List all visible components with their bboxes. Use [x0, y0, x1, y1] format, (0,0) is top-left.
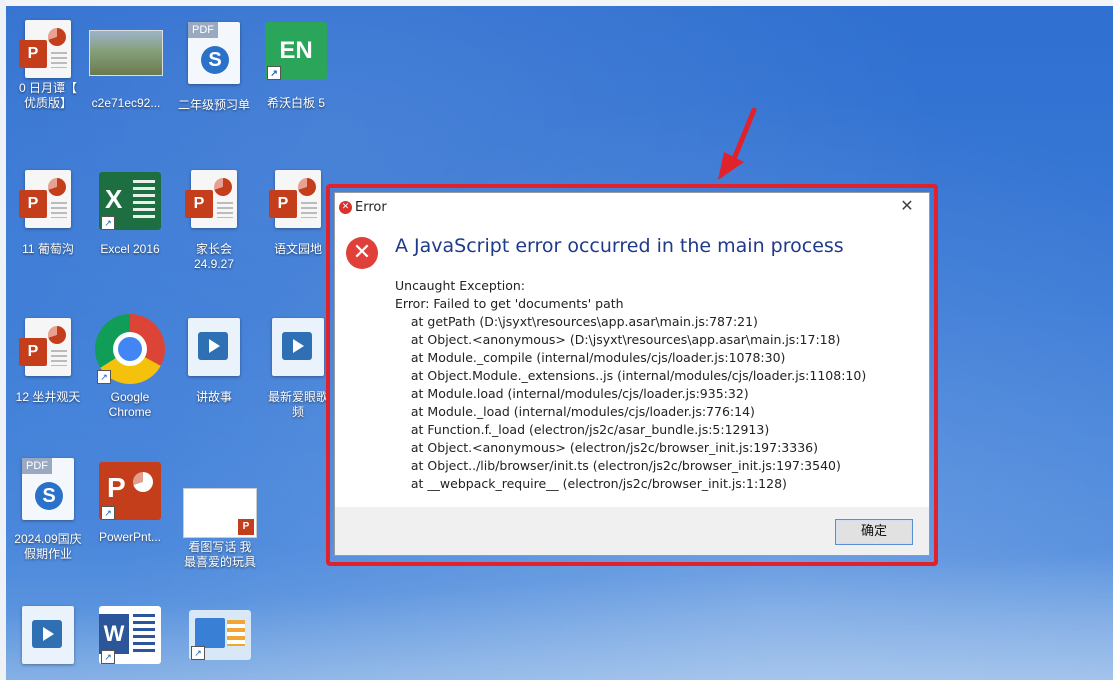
error-dialog: ✕ Error ✕ ✕ A JavaScript error occurred … [334, 192, 930, 556]
desktop-icon-word[interactable]: W ↗ [84, 606, 176, 664]
stack-trace-line: at Function.f._load (electron/js2c/asar_… [395, 422, 770, 437]
desktop-icon-video[interactable]: 讲故事 [168, 318, 260, 405]
icon-label: Google Chrome [108, 390, 152, 419]
desktop-icon-chrome[interactable]: ↗ Google Chrome [84, 314, 176, 420]
desktop-icon-excel[interactable]: X ↗ Excel 2016 [84, 172, 176, 257]
stack-trace-line: at Object.Module._extensions..js (intern… [395, 368, 867, 383]
shortcut-arrow-icon: ↗ [191, 646, 205, 660]
shortcut-arrow-icon: ↗ [101, 216, 115, 230]
chrome-icon: ↗ [95, 314, 165, 384]
icon-label: Excel 2016 [100, 242, 160, 256]
powerpoint-app-icon: P ↗ [99, 462, 161, 520]
stack-trace-line: at Module.load (internal/modules/cjs/loa… [395, 386, 749, 401]
icon-label: 11 葡萄沟 [22, 242, 74, 256]
shortcut-arrow-icon: ↗ [101, 650, 115, 664]
excel-app-icon: X ↗ [99, 172, 161, 230]
annotation-arrow-icon [718, 108, 757, 180]
chart-app-icon: ↗ [189, 610, 251, 660]
icon-label: 12 坐井观天 [15, 390, 81, 404]
stack-trace-line: at Module._load (internal/modules/cjs/lo… [395, 404, 755, 419]
powerpoint-file-icon: P [19, 318, 71, 376]
close-button[interactable]: ✕ [895, 195, 919, 217]
error-message: Uncaught Exception: Error: Failed to get… [395, 277, 915, 493]
desktop-icon-video[interactable] [2, 606, 94, 664]
message-line: Uncaught Exception: [395, 278, 525, 293]
icon-label: 二年级预习单 [177, 98, 250, 112]
desktop-icon-ppt[interactable]: P 12 坐井观天 [2, 318, 94, 405]
desktop: P 0 日月谭【 优质版】 c2e71ec92... PDF S 二年级预习单 E… [0, 0, 1113, 680]
icon-label: 看图写话 我 最喜爱的玩具 [183, 540, 256, 569]
desktop-icon-ppt[interactable]: P 11 葡萄沟 [2, 170, 94, 257]
icon-label: 讲故事 [195, 390, 232, 404]
desktop-icon-pdf[interactable]: PDF S 二年级预习单 [168, 22, 260, 113]
desktop-icon-slide[interactable]: P 看图写话 我 最喜爱的玩具 [174, 488, 266, 570]
desktop-icon-pdf[interactable]: PDF S 2024.09国庆 假期作业 [2, 458, 94, 562]
icon-label: 2024.09国庆 假期作业 [14, 532, 82, 561]
desktop-icon-ppt[interactable]: P 家长会 24.9.27 [168, 170, 260, 272]
icon-label: c2e71ec92... [91, 96, 161, 110]
dialog-titlebar: ✕ Error ✕ [335, 193, 929, 221]
powerpoint-file-icon: P [185, 170, 237, 228]
pdf-file-icon: PDF S [22, 458, 74, 520]
powerpoint-file-icon: P [269, 170, 321, 228]
seewo-app-icon: EN ↗ [265, 22, 327, 80]
error-icon: ✕ [346, 237, 378, 269]
ok-button[interactable]: 确定 [835, 519, 913, 545]
image-file-icon [89, 30, 163, 76]
video-file-icon [188, 318, 240, 376]
stack-trace-line: at getPath (D:\jsyxt\resources\app.asar\… [395, 314, 758, 329]
dialog-footer: 确定 [335, 507, 929, 555]
video-file-icon [22, 606, 74, 664]
stack-trace-line: at Object.<anonymous> (D:\jsyxt\resource… [395, 332, 841, 347]
error-icon: ✕ [339, 201, 352, 214]
desktop-icon-app[interactable]: ↗ [174, 610, 266, 660]
stack-trace-line: at Object../lib/browser/init.ts (electro… [395, 458, 841, 473]
pdf-file-icon: PDF S [188, 22, 240, 84]
shortcut-arrow-icon: ↗ [97, 370, 111, 384]
stack-trace-line: at Module._compile (internal/modules/cjs… [395, 350, 786, 365]
stack-trace-line: at Object.<anonymous> (electron/js2c/bro… [395, 440, 818, 455]
shortcut-arrow-icon: ↗ [267, 66, 281, 80]
icon-label: 希沃白板 5 [266, 96, 325, 110]
dialog-content: ✕ A JavaScript error occurred in the mai… [335, 221, 929, 507]
powerpoint-file-icon: P [19, 20, 71, 78]
error-heading: A JavaScript error occurred in the main … [395, 235, 844, 257]
desktop-icon-seewo[interactable]: EN ↗ 希沃白板 5 [250, 22, 342, 111]
video-file-icon [272, 318, 324, 376]
desktop-icon-powerpoint[interactable]: P ↗ PowerPnt... [84, 462, 176, 545]
screen-bezel-top [0, 0, 1113, 6]
icon-label: PowerPnt... [98, 530, 162, 544]
word-app-icon: W ↗ [99, 606, 161, 664]
slide-thumbnail-icon: P [183, 488, 257, 538]
shortcut-arrow-icon: ↗ [101, 506, 115, 520]
stack-trace-line: at __webpack_require__ (electron/js2c/br… [395, 476, 787, 491]
desktop-icon-photo[interactable]: c2e71ec92... [80, 30, 172, 111]
dialog-title: Error [355, 200, 387, 215]
powerpoint-file-icon: P [19, 170, 71, 228]
message-line: Error: Failed to get 'documents' path [395, 296, 624, 311]
icon-label: 家长会 24.9.27 [193, 242, 235, 271]
